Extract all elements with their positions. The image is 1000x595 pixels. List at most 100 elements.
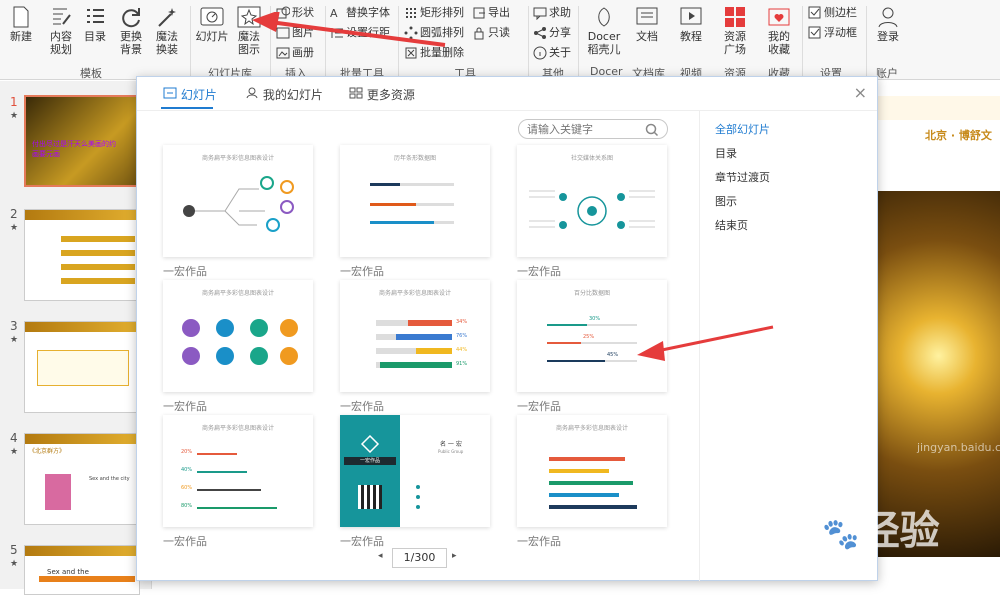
data-label: 44% (456, 347, 468, 353)
tutorial-button[interactable]: 教程 (674, 6, 708, 60)
doc-button[interactable]: 文档 (630, 6, 664, 60)
paw-icon: 🐾 (822, 518, 860, 551)
content-plan-button[interactable]: 内容规划 (44, 6, 78, 60)
my-favorites-button[interactable]: 我的收藏 (762, 6, 796, 60)
card-title: 名 一 宏 (440, 441, 462, 448)
bar-fill (549, 481, 633, 485)
tab-slides[interactable]: 幻灯片 (163, 87, 217, 103)
card-author: 一宏作品 (340, 400, 384, 413)
slide-thumbnail-4[interactable]: 《北京群方》 Sex and the city (24, 433, 140, 525)
divider (802, 6, 803, 76)
data-label: 34% (456, 319, 468, 325)
slide-bar (61, 250, 135, 256)
category-diagram[interactable]: 图示 (715, 193, 737, 209)
divider (866, 6, 867, 76)
slide-number: 4 (10, 431, 18, 445)
slide-thumbnail-1[interactable]: 付出尽过是汗天么美画的约 画要元画 (24, 95, 140, 187)
slide-bar (61, 278, 135, 284)
bar-fill (547, 324, 587, 326)
data-label: 20% (181, 449, 193, 455)
new-button[interactable]: 新建 (4, 6, 38, 60)
bar-fill (370, 221, 434, 224)
export-button[interactable]: 导出 (472, 4, 510, 22)
readonly-button[interactable]: 只读 (472, 24, 510, 42)
animation-star: ★ (10, 111, 19, 121)
bar-fill (396, 334, 452, 340)
tab-more-resources[interactable]: 更多资源 (349, 87, 415, 103)
slide-text-box (37, 350, 129, 386)
slide-header (877, 96, 1000, 120)
share-button[interactable]: 分享 (533, 24, 571, 42)
category-end[interactable]: 结束页 (715, 217, 748, 233)
help-button[interactable]: 求助 (533, 4, 571, 22)
sidebar-toggle[interactable]: 侧边栏 (808, 4, 857, 22)
template-card[interactable]: 商务扁平多彩信息图表设计 (163, 145, 313, 257)
user-icon (246, 87, 258, 99)
bar-fill (547, 342, 581, 344)
qr-code (358, 485, 382, 509)
card-preview (183, 176, 294, 232)
slide-title: 《北京群方》 (29, 448, 66, 455)
close-icon[interactable]: × (854, 83, 867, 102)
bullet (416, 495, 420, 499)
card-author: 一宏作品 (163, 400, 207, 413)
slide-thumbnail-3[interactable] (24, 321, 140, 413)
bar-fill (197, 507, 277, 509)
search-icon[interactable] (645, 123, 659, 137)
data-label: 40% (181, 467, 193, 473)
category-section[interactable]: 章节过渡页 (715, 169, 770, 185)
template-card[interactable]: 商务扁平多彩信息图表设计 34% 76% 44% 91% (340, 280, 490, 392)
next-page-icon[interactable]: ▸ (452, 551, 457, 561)
export-icon (473, 7, 485, 19)
bar-fill (197, 471, 247, 473)
slide-gauge-icon (200, 7, 224, 26)
slide-thumbnail-5[interactable]: Sex and the (24, 545, 140, 595)
data-label: 30% (589, 316, 601, 322)
grid-icon (349, 87, 363, 99)
category-toc[interactable]: 目录 (715, 145, 737, 161)
data-label: 25% (583, 334, 595, 340)
card-author: 一宏作品 (517, 400, 561, 413)
template-card[interactable]: 历年条形数据图 (340, 145, 490, 257)
tab-my-slides[interactable]: 我的幻灯片 (245, 87, 323, 103)
toc-button[interactable]: 目录 (80, 6, 110, 60)
template-card[interactable]: 商务扁平多彩信息图表设计 20% 40% 60% 80% (163, 415, 313, 527)
bar-fill (549, 493, 619, 497)
prev-page-icon[interactable]: ◂ (378, 551, 383, 561)
login-button[interactable]: 登录 (872, 6, 904, 60)
category-all[interactable]: 全部幻灯片 (715, 121, 770, 137)
slide-text: Sex and the (47, 568, 89, 576)
chat-icon (533, 7, 547, 21)
template-card[interactable]: 商务扁平多彩信息图表设计 (517, 415, 667, 527)
animation-star: ★ (10, 223, 19, 233)
resource-plaza-button[interactable]: 资源广场 (718, 6, 752, 60)
card-author: 一宏作品 (163, 535, 207, 548)
bar-fill (547, 360, 605, 362)
docer-button[interactable]: Docer稻壳儿 (584, 6, 624, 60)
card-name: 一宏作品 (344, 457, 396, 465)
bar-fill (549, 505, 637, 509)
slide-text: Sex and the city (89, 476, 130, 482)
about-button[interactable]: 关于 (533, 44, 571, 62)
float-toggle[interactable]: 浮动框 (808, 24, 857, 42)
lock-icon (474, 27, 484, 40)
replace-bg-button[interactable]: 更换背景 (114, 6, 148, 60)
slide-header-band (25, 210, 139, 220)
page-indicator[interactable]: 1/300 (392, 548, 447, 568)
template-card[interactable]: 一宏作品 名 一 宏 Public Group (340, 415, 490, 527)
magic-change-button[interactable]: 魔法换装 (150, 6, 184, 60)
slide-thumbnail-panel: 1 ★ 付出尽过是汗天么美画的约 画要元画 2 ★ 3 ★ 4 ★ 《北京群方》… (0, 81, 152, 595)
pencil-doc-icon (53, 8, 71, 25)
slide-library-button[interactable]: 幻灯片 (194, 6, 230, 60)
group-label-account: 账户 (876, 67, 898, 80)
slide-thumbnail-2[interactable] (24, 209, 140, 301)
divider (190, 6, 191, 76)
group-label-template: 模板 (80, 67, 102, 80)
card-author: 一宏作品 (517, 265, 561, 278)
template-card[interactable]: 社交媒体关系图 (517, 145, 667, 257)
template-card[interactable]: 商务扁平多彩信息图表设计 (163, 280, 313, 392)
annotation-arrow (637, 325, 774, 361)
watermark-url: jingyan.baidu.com (917, 441, 1000, 454)
animation-star: ★ (10, 559, 19, 569)
data-label: 76% (456, 333, 468, 339)
